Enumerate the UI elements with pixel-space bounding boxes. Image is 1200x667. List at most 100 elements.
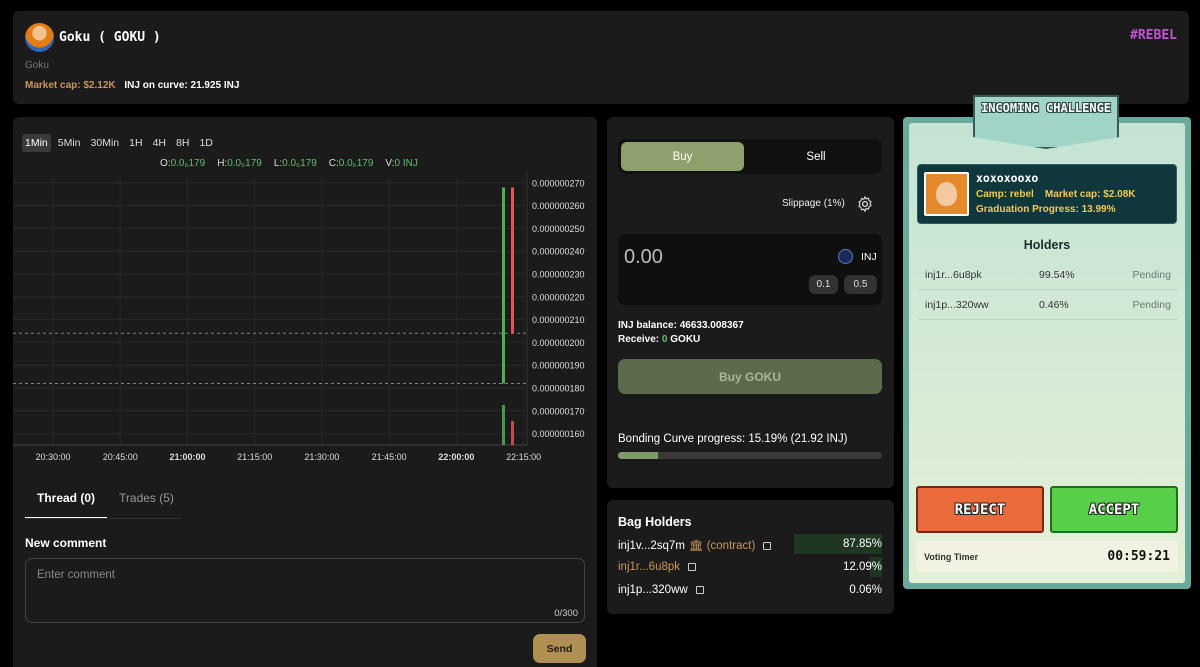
timeframe-1min[interactable]: 1Min: [22, 134, 51, 152]
y-tick-label: 0.000000250: [532, 224, 585, 234]
holder-address[interactable]: inj1p...320ww: [618, 584, 688, 596]
header-stats: Market cap: $2.12K INJ on curve: 21.925 …: [25, 80, 239, 91]
buy-tab[interactable]: Buy: [621, 142, 744, 171]
bonding-progress-bar: [618, 452, 882, 459]
challenger-market-cap: Market cap: $2.08K: [1044, 189, 1136, 200]
balance-label: INJ balance:: [618, 320, 677, 331]
holder-address: inj1p...320ww: [925, 299, 989, 311]
x-tick-label: 20:45:00: [103, 452, 138, 462]
tab-divider: [25, 518, 181, 519]
copy-icon[interactable]: [763, 542, 772, 550]
ohlc-open-label: O:: [160, 158, 171, 169]
price-chart[interactable]: 0.000000270 0.000000260 0.000000250 0.00000…: [13, 172, 597, 467]
new-comment-label: New comment: [25, 536, 107, 550]
y-tick-label: 0.000000200: [532, 338, 585, 348]
ohlc-low-label: L:: [273, 158, 283, 169]
reject-button[interactable]: REJECT: [916, 486, 1044, 533]
holder-row: inj1p...320ww 0.46% Pending: [919, 290, 1177, 320]
challenger-avatar: [924, 172, 969, 216]
camp-tag[interactable]: #REBEL: [1130, 28, 1177, 43]
holder-percent: 0.46%: [1039, 299, 1069, 311]
ohlc-high-label: H:: [217, 158, 228, 169]
timeframe-30min[interactable]: 30Min: [88, 134, 123, 152]
banner-text: INCOMING CHALLENGE: [980, 101, 1112, 115]
amount-value[interactable]: 0.00: [624, 246, 663, 269]
y-tick-label: 0.000000160: [532, 429, 585, 439]
ohlc-volume: 0 INJ: [394, 158, 418, 169]
token-subtitle: Goku: [25, 60, 49, 71]
candle: [502, 187, 505, 384]
ohlc-open: 0.0₆179: [170, 158, 206, 169]
ohlc-close-label: C:: [328, 158, 339, 169]
holder-address[interactable]: inj1r...6u8pk: [618, 561, 680, 573]
buy-sell-toggle: Buy Sell: [618, 139, 882, 174]
holder-status: Pending: [1132, 299, 1171, 311]
bag-holder-row: inj1v...2sq7m 🏛 (contract) 87.85%: [618, 534, 882, 554]
sell-tab[interactable]: Sell: [754, 142, 878, 171]
accept-button[interactable]: ACCEPT: [1050, 486, 1178, 533]
timeframe-4h[interactable]: 4H: [150, 134, 169, 152]
amount-field[interactable]: 0.00 INJ 0.1 0.5: [618, 234, 882, 305]
bag-holders-title: Bag Holders: [618, 515, 692, 529]
bag-holder-row: inj1r...6u8pk 12.09%: [618, 557, 882, 577]
tab-thread[interactable]: Thread (0): [25, 482, 108, 519]
candle: [511, 187, 514, 334]
ohlc-low: 0.0₆179: [282, 158, 317, 169]
token-avatar: [25, 23, 54, 52]
volume-bar: [502, 405, 505, 445]
gear-icon[interactable]: [856, 195, 874, 213]
char-counter: 0/300: [554, 608, 578, 619]
incoming-challenge-card: xoxoxooxo Camp: rebel Market cap: $2.08K…: [903, 95, 1191, 589]
preset-0-5-button[interactable]: 0.5: [844, 275, 877, 294]
receive-token: GOKU: [670, 334, 701, 345]
y-tick-label: 0.000000230: [532, 270, 585, 280]
y-tick-label: 0.000000270: [532, 178, 585, 188]
token-header: Goku ( GOKU ) Goku Market cap: $2.12K IN…: [13, 11, 1189, 104]
holder-address: inj1r...6u8pk: [925, 269, 982, 281]
timeframe-5min[interactable]: 5Min: [55, 134, 84, 152]
y-tick-label: 0.000000210: [532, 315, 585, 325]
comment-tabs: Thread (0) Trades (5): [25, 482, 186, 519]
ohlc-legend: O:0.0₆179 H:0.0₆179 L:0.0₆179 C:0.0₆179 …: [160, 158, 418, 169]
x-tick-label: 22:00:00: [438, 452, 474, 462]
holder-percent: 12.09%: [842, 561, 882, 573]
buy-token-button[interactable]: Buy GOKU: [618, 359, 882, 394]
tab-trades[interactable]: Trades (5): [107, 482, 186, 519]
challenger-card[interactable]: xoxoxooxo Camp: rebel Market cap: $2.08K…: [917, 164, 1177, 224]
volume-bar: [511, 421, 514, 445]
voting-timer-label: Voting Timer: [924, 552, 979, 562]
holder-address[interactable]: inj1v...2sq7m: [618, 540, 685, 552]
x-tick-label: 20:30:00: [35, 452, 70, 462]
holder-status: Pending: [1132, 269, 1171, 281]
timeframe-1h[interactable]: 1H: [126, 134, 145, 152]
receive-amount: 0: [661, 334, 668, 345]
x-tick-label: 21:15:00: [237, 452, 272, 462]
holder-percent: 87.85%: [842, 538, 882, 550]
copy-icon[interactable]: [695, 586, 704, 594]
copy-icon[interactable]: [688, 563, 697, 571]
timeframe-1d[interactable]: 1D: [196, 134, 215, 152]
receive-label: Receive:: [618, 334, 660, 345]
trade-panel: Buy Sell Slippage (1%) 0.00 INJ 0.1 0.5 …: [607, 117, 894, 488]
send-button[interactable]: Send: [533, 634, 586, 663]
x-tick-label: 22:15:00: [506, 452, 541, 462]
challenger-name: xoxoxooxo: [976, 171, 1039, 185]
challenge-body: xoxoxooxo Camp: rebel Market cap: $2.08K…: [909, 123, 1185, 583]
holder-row: inj1r...6u8pk 99.54% Pending: [919, 260, 1177, 290]
comment-input[interactable]: Enter comment 0/300: [25, 558, 585, 623]
y-tick-label: 0.000000180: [532, 384, 585, 394]
holders-title: Holders: [1023, 238, 1071, 252]
reject-label: REJECT: [954, 501, 1006, 518]
x-tick-label: 21:30:00: [304, 452, 339, 462]
holder-percent: 99.54%: [1039, 269, 1075, 281]
preset-0-1-button[interactable]: 0.1: [809, 275, 838, 294]
ohlc-close: 0.0₆179: [338, 158, 374, 169]
accept-label: ACCEPT: [1088, 501, 1140, 518]
ohlc-high: 0.0₆179: [227, 158, 262, 169]
slippage-label[interactable]: Slippage (1%): [782, 198, 845, 209]
bonding-progress-fill: [618, 452, 659, 459]
timeframe-8h[interactable]: 8H: [173, 134, 192, 152]
bonding-curve-label: Bonding Curve progress: 15.19% (21.92 IN…: [618, 433, 848, 445]
y-tick-label: 0.000000170: [532, 406, 585, 416]
bag-holders-panel: Bag Holders inj1v...2sq7m 🏛 (contract) 87…: [607, 500, 894, 614]
